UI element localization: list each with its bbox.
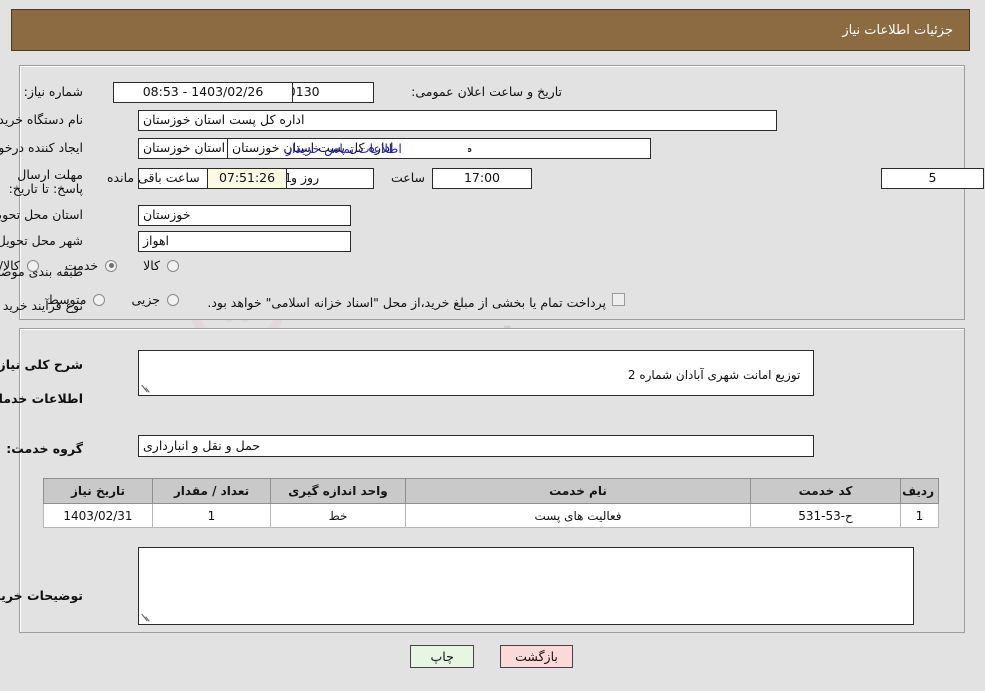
purchase-type-option-1[interactable]: متوسط: [48, 292, 107, 307]
table-header-row: ردیف کد خدمت نام خدمت واحد اندازه گیری تعداد…: [44, 478, 940, 504]
radio-button-icon[interactable]: [168, 259, 180, 272]
resize-grip-icon[interactable]: [142, 384, 152, 394]
general-desc-value: توزیع امانت شهری آبادان شماره 2: [628, 368, 802, 382]
buyer-notes-textarea[interactable]: [139, 547, 915, 625]
radio-button-icon[interactable]: [168, 293, 180, 306]
purchase-type-option-label: جزیی: [132, 292, 161, 307]
deadline-label: مهلت ارسال پاسخ: تا تاریخ:: [9, 167, 84, 196]
table-cell-quantity: 1: [153, 503, 272, 528]
delivery-province-value: خوزستان: [139, 205, 352, 226]
category-option-1[interactable]: خدمت: [65, 258, 119, 273]
resize-grip-icon[interactable]: [142, 613, 152, 623]
table-column-header-2: نام خدمت: [406, 478, 752, 504]
purchase-type-option-label: متوسط: [48, 292, 88, 307]
back-button[interactable]: بازگشت: [501, 645, 574, 668]
delivery-city-value: اهواز: [139, 231, 352, 252]
radio-button-icon[interactable]: [27, 259, 40, 272]
delivery-province-label: استان محل تحویل:: [0, 207, 84, 222]
request-info-panel: [20, 65, 966, 320]
table-cell-code: ح-53-531: [751, 503, 902, 528]
category-option-label: خدمت: [65, 258, 100, 273]
deadline-hour-value: 17:00: [433, 168, 533, 189]
category-option-label: کالا/خدمت: [0, 258, 21, 273]
category-radio-group[interactable]: کالا خدمت کالا/خدمت: [0, 258, 180, 273]
announce-datetime-label: تاریخ و ساعت اعلان عمومی:: [412, 84, 563, 99]
table-column-header-5: تاریخ نیاز: [44, 478, 154, 504]
table-column-header-4: تعداد / مقدار: [153, 478, 272, 504]
treasury-bond-checkbox[interactable]: [613, 293, 626, 306]
purchase-type-option-0[interactable]: جزیی: [132, 292, 180, 307]
category-option-2[interactable]: کالا/خدمت: [0, 258, 40, 273]
table-cell-name: فعالیت های پست: [406, 503, 752, 528]
treasury-bond-note: پرداخت تمام یا بخشی از مبلغ خرید،از محل …: [208, 295, 607, 310]
buyer-contact-link[interactable]: اطلاعات تماس خریدار: [287, 141, 403, 156]
print-button[interactable]: چاپ: [411, 645, 476, 668]
table-cell-unit: خط: [271, 503, 407, 528]
page-title: جزئیات اطلاعات نیاز: [843, 22, 954, 38]
remaining-days-value: 5: [882, 168, 985, 189]
table-cell-need-date: 1403/02/31: [44, 503, 154, 528]
buyer-notes-label: توضیحات خریدار:: [0, 588, 84, 603]
radio-button-icon[interactable]: [106, 259, 119, 272]
page-header-bar: جزئیات اطلاعات نیاز: [12, 9, 971, 51]
purchase-type-radio-group[interactable]: جزیی متوسط: [22, 292, 180, 307]
footer-button-bar: بازگشت چاپ: [0, 645, 985, 668]
table-column-header-1: کد خدمت: [751, 478, 902, 504]
buyer-org-value: اداره کل پست استان خوزستان: [139, 110, 778, 131]
buyer-org-label: نام دستگاه خریدار:: [0, 112, 84, 127]
remaining-days-label: روز و: [292, 170, 321, 185]
remaining-time-countdown: 07:51:26: [208, 168, 288, 189]
general-desc-label: شرح کلی نیاز:: [0, 357, 84, 372]
radio-button-icon[interactable]: [94, 293, 107, 306]
remaining-time-label: ساعت باقی مانده: [108, 170, 201, 185]
services-section-title: اطلاعات خدمات مورد نیاز: [0, 391, 84, 406]
table-column-header-3: واحد اندازه گیری: [271, 478, 407, 504]
announce-datetime-value: 1403/02/26 - 08:53: [114, 82, 294, 103]
general-desc-textarea[interactable]: توزیع امانت شهری آبادان شماره 2: [139, 350, 815, 396]
category-option-0[interactable]: کالا: [144, 258, 180, 273]
service-group-value: حمل و نقل و انبارداری: [139, 435, 815, 457]
table-cell-row: 1: [901, 503, 940, 528]
creator-label: ایجاد کننده درخواست:: [0, 140, 84, 155]
delivery-city-label: شهر محل تحویل:: [0, 233, 84, 248]
table-column-header-0: ردیف: [901, 478, 940, 504]
need-number-label: شماره نیاز:: [24, 84, 84, 99]
category-option-label: کالا: [144, 258, 161, 273]
service-group-label: گروه خدمت:: [7, 441, 84, 456]
table-row[interactable]: 1 ح-53-531 فعالیت های پست خط 1 1403/02/31: [44, 503, 940, 528]
deadline-hour-label: ساعت: [391, 170, 426, 185]
services-table: ردیف کد خدمت نام خدمت واحد اندازه گیری تعداد…: [44, 478, 940, 528]
